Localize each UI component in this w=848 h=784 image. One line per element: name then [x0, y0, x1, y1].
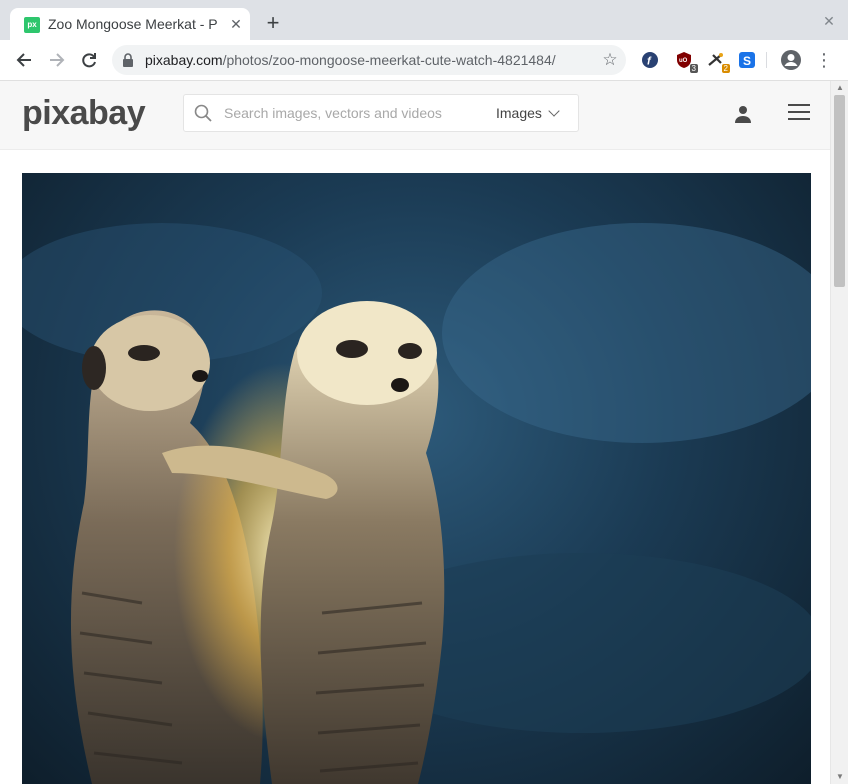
browser-tab[interactable]: px Zoo Mongoose Meerkat - P ✕: [10, 8, 250, 40]
svg-text:uO: uO: [679, 58, 688, 64]
browser-toolbar: pixabay.com/photos/zoo-mongoose-meerkat-…: [0, 40, 848, 81]
s-extension-icon[interactable]: S: [738, 51, 756, 69]
fedora-extension-icon[interactable]: f: [641, 51, 659, 69]
reload-icon[interactable]: [78, 49, 100, 71]
address-bar[interactable]: pixabay.com/photos/zoo-mongoose-meerkat-…: [112, 45, 626, 75]
svg-text:S: S: [743, 54, 751, 68]
profile-avatar-icon[interactable]: [781, 50, 801, 70]
tab-close-icon[interactable]: ✕: [228, 16, 244, 32]
search-input[interactable]: [224, 103, 484, 123]
tool-badge: 2: [721, 64, 730, 73]
ublock-extension-icon[interactable]: uO 3: [675, 51, 698, 73]
pixabay-favicon-icon: px: [24, 17, 40, 33]
url-text[interactable]: pixabay.com/photos/zoo-mongoose-meerkat-…: [145, 51, 556, 69]
browser-chrome: px Zoo Mongoose Meerkat - P ✕ + ✕ pixaba…: [0, 0, 848, 81]
ublock-badge: 3: [689, 64, 698, 73]
media-type-label: Images: [496, 105, 542, 121]
pixabay-logo[interactable]: pixabay: [22, 93, 146, 133]
browser-menu-icon[interactable]: ⋮: [815, 49, 833, 71]
tool-extension-icon[interactable]: 2: [707, 51, 730, 73]
scrollbar-thumb[interactable]: [834, 95, 845, 287]
meerkat-photo[interactable]: [22, 173, 811, 784]
search-bar[interactable]: Images: [183, 94, 579, 132]
page-content: pixabay Images: [0, 81, 830, 784]
window-close-icon[interactable]: ✕: [820, 12, 838, 30]
new-tab-plus-icon[interactable]: +: [262, 12, 284, 34]
hamburger-menu-icon[interactable]: [788, 104, 810, 122]
url-domain: pixabay.com: [145, 52, 223, 68]
lock-icon: [122, 53, 134, 67]
search-icon: [194, 104, 212, 122]
scroll-down-arrow-icon[interactable]: ▼: [835, 772, 845, 782]
chevron-down-icon: [548, 105, 560, 117]
media-type-select[interactable]: Images: [496, 104, 560, 122]
forward-arrow-icon[interactable]: [46, 49, 68, 71]
meerkat-illustration: [22, 223, 811, 784]
bookmark-star-icon[interactable]: ☆: [600, 50, 620, 70]
site-header: pixabay Images: [0, 81, 830, 150]
back-arrow-icon[interactable]: [13, 49, 35, 71]
scroll-up-arrow-icon[interactable]: ▲: [835, 83, 845, 93]
tab-title: Zoo Mongoose Meerkat - P: [48, 16, 218, 32]
page-scrollbar[interactable]: ▲ ▼: [830, 81, 848, 784]
url-path: /photos/zoo-mongoose-meerkat-cute-watch-…: [222, 52, 556, 68]
toolbar-divider: [766, 52, 767, 68]
user-icon[interactable]: [734, 105, 752, 123]
